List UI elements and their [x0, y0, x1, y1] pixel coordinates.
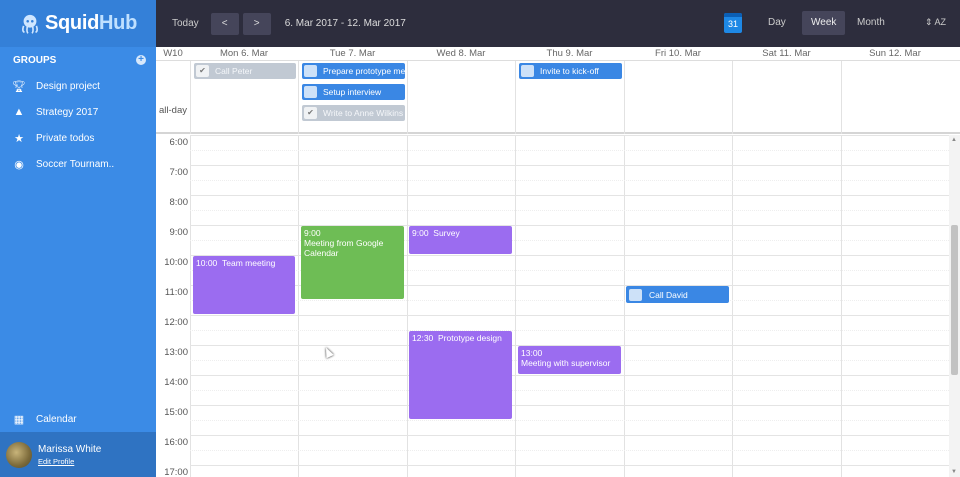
- event-survey[interactable]: 9:00 Survey: [409, 226, 512, 254]
- view-day-button[interactable]: Day: [759, 11, 795, 35]
- time-label: 10:00: [164, 257, 188, 268]
- checkmark-icon[interactable]: ✔: [196, 65, 209, 77]
- all-day-section: all-day ✔ Call Peter Prepare prototype me…: [156, 61, 960, 134]
- day-header: Wed 8. Mar: [436, 48, 486, 59]
- groups-header: GROUPS +: [0, 47, 156, 73]
- time-label: 16:00: [164, 437, 188, 448]
- day-header-row: W10 Mon 6. Mar Tue 7. Mar Wed 8. Mar Thu…: [156, 47, 960, 61]
- time-grid[interactable]: 6:00 7:00 8:00 9:00 10:00 11:00 12:00 13…: [156, 135, 960, 477]
- checkbox[interactable]: [304, 65, 317, 77]
- checkmark-icon[interactable]: ✔: [304, 107, 317, 119]
- sidebar-item-label: Soccer Tournam..: [36, 158, 115, 170]
- today-button[interactable]: Today: [172, 18, 199, 29]
- day-header: Sat 11. Mar: [762, 48, 811, 59]
- scroll-up-icon[interactable]: ▲: [951, 137, 957, 143]
- soccer-ball-icon: ◉: [14, 158, 24, 171]
- time-label: 9:00: [169, 227, 189, 238]
- event-team-meeting[interactable]: 10:00 Team meeting: [193, 256, 295, 314]
- sidebar-item-private-todos[interactable]: ★ Private todos: [0, 125, 156, 151]
- event-meeting-with-supervisor[interactable]: 13:00 Meeting with supervisor: [518, 346, 621, 374]
- next-week-button[interactable]: >: [242, 12, 271, 35]
- add-group-icon[interactable]: +: [136, 55, 146, 65]
- view-week-button[interactable]: Week: [802, 11, 846, 35]
- day-header: Mon 6. Mar: [219, 48, 269, 59]
- brand-name: SquidHub: [44, 12, 138, 34]
- sidebar: SquidHub GROUPS + 🏆︎ Design project ▲ St…: [0, 0, 156, 477]
- day-header: Thu 9. Mar: [546, 48, 593, 59]
- trophy-icon: 🏆︎: [12, 80, 26, 93]
- checkbox[interactable]: [304, 86, 317, 98]
- time-label: 11:00: [164, 287, 188, 298]
- all-day-label: all-day: [159, 105, 187, 116]
- event-prototype-design[interactable]: 12:30 Prototype design: [409, 331, 512, 419]
- star-icon: ★: [14, 132, 24, 145]
- sidebar-item-label: Design project: [36, 80, 100, 92]
- sidebar-item-strategy-2017[interactable]: ▲ Strategy 2017: [0, 99, 156, 125]
- week-calendar: W10 Mon 6. Mar Tue 7. Mar Wed 8. Mar Thu…: [156, 47, 960, 477]
- event-meeting-from-google-calendar[interactable]: 9:00 Meeting from Google Calendar: [301, 226, 404, 299]
- day-header: Tue 7. Mar: [329, 48, 376, 59]
- user-profile: Marissa White Edit Profile: [0, 432, 156, 477]
- scrollbar-thumb[interactable]: [951, 225, 958, 375]
- all-day-event-prepare-prototype[interactable]: Prepare prototype meet: [302, 63, 405, 79]
- rocket-icon: ▲: [13, 106, 25, 118]
- avatar[interactable]: [6, 441, 32, 468]
- sidebar-item-label: Strategy 2017: [36, 106, 99, 118]
- all-day-event-write-to-anne[interactable]: ✔ Write to Anne Wilkins: [302, 105, 405, 121]
- vertical-scrollbar[interactable]: ▲ ▼: [949, 135, 960, 477]
- edit-profile-link[interactable]: Edit Profile: [38, 457, 101, 466]
- time-label: 15:00: [164, 407, 188, 418]
- day-header: Sun 12. Mar: [869, 48, 921, 59]
- sidebar-item-label: Private todos: [36, 132, 95, 144]
- groups-label: GROUPS: [13, 54, 57, 66]
- week-number: W10: [163, 48, 183, 59]
- checkbox[interactable]: [629, 288, 642, 301]
- app-logo[interactable]: SquidHub: [0, 0, 156, 47]
- calendar-icon: ▦: [13, 413, 25, 426]
- calendar-picker-icon[interactable]: 31: [724, 13, 742, 33]
- all-day-event-setup-interview[interactable]: Setup interview: [302, 84, 405, 100]
- sidebar-item-label: Calendar: [36, 413, 77, 425]
- date-range: 6. Mar 2017 - 12. Mar 2017: [284, 18, 406, 29]
- time-label: 6:00: [169, 137, 189, 148]
- prev-week-button[interactable]: <: [210, 12, 239, 35]
- sidebar-item-design-project[interactable]: 🏆︎ Design project: [0, 73, 156, 99]
- day-header: Fri 10. Mar: [655, 48, 701, 59]
- scroll-down-icon[interactable]: ▼: [951, 469, 957, 475]
- squid-logo-icon: [21, 14, 38, 34]
- event-call-david[interactable]: Call David: [626, 286, 729, 303]
- time-label: 12:00: [164, 317, 188, 328]
- time-label: 13:00: [164, 347, 188, 358]
- user-name: Marissa White: [38, 443, 102, 455]
- time-label: 14:00: [164, 377, 188, 388]
- calendar-toolbar: Today < > 6. Mar 2017 - 12. Mar 2017 31 …: [156, 0, 960, 47]
- time-label: 17:00: [164, 467, 188, 477]
- view-month-button[interactable]: Month: [848, 11, 894, 35]
- sidebar-item-calendar[interactable]: ▦ Calendar: [0, 406, 156, 432]
- all-day-event-invite-to-kickoff[interactable]: Invite to kick-off: [519, 63, 622, 79]
- all-day-event-call-peter[interactable]: ✔ Call Peter: [194, 63, 296, 79]
- time-label: 7:00: [169, 167, 189, 178]
- checkbox[interactable]: [521, 65, 534, 77]
- sort-az-button[interactable]: ⇕ AZ: [925, 17, 946, 28]
- time-label: 8:00: [169, 197, 189, 208]
- sidebar-item-soccer-tournament[interactable]: ◉ Soccer Tournam..: [0, 151, 156, 177]
